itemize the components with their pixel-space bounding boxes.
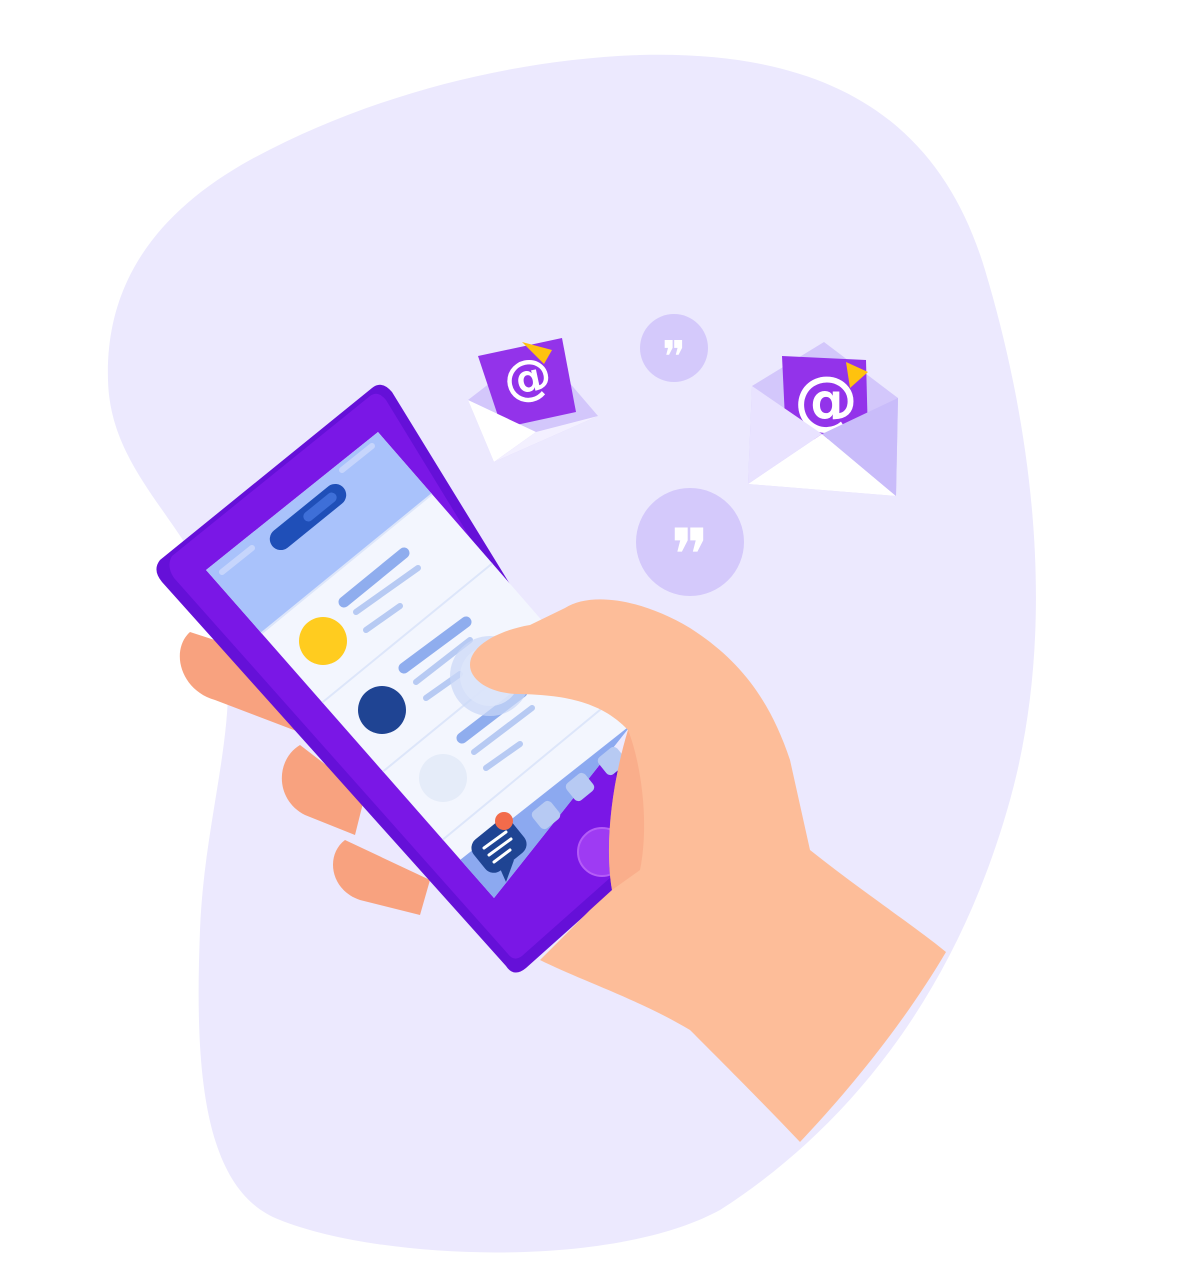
notification-dot-icon (495, 812, 513, 830)
quote-mark: ❞ (662, 332, 686, 383)
avatar (419, 754, 467, 802)
avatar (358, 686, 406, 734)
mobile-messaging-illustration: @ @ ❞ ❞ (107, 54, 1036, 1253)
quote-mark: ❞ (671, 513, 710, 597)
avatar (299, 617, 347, 665)
